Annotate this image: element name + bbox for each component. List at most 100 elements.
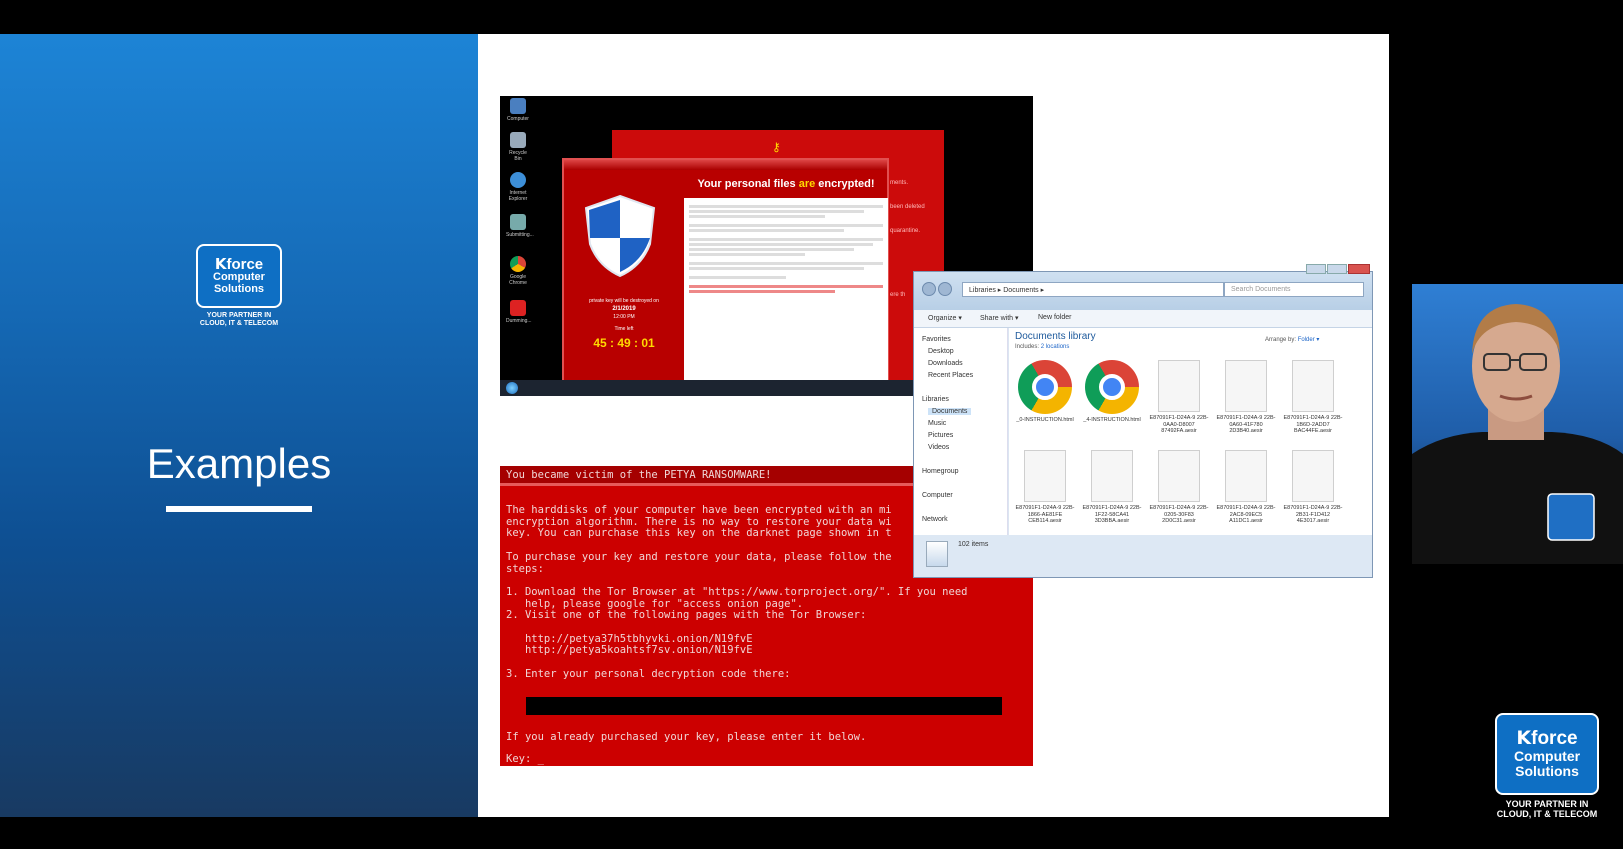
navigation-pane: Favorites Desktop Downloads Recent Place… [914, 328, 1008, 535]
document-file-icon [1225, 360, 1267, 412]
file-name: E87091F1-D24A-9 22B-1866-AE81FE CEB114.a… [1015, 505, 1075, 525]
library-icon [926, 541, 948, 567]
presenter-webcam [1412, 284, 1623, 564]
slide-title: Examples [146, 440, 332, 487]
explorer-titlebar: Libraries ▸ Documents ▸ Search Documents [914, 264, 1372, 310]
nav-network[interactable]: Network [922, 516, 948, 523]
back-button[interactable] [922, 282, 936, 296]
document-file-icon [1024, 450, 1066, 502]
title-underline [166, 506, 312, 512]
petya-message-line: 2. Visit one of the following pages with… [506, 609, 867, 622]
desktop-icon-dumming: Dumming... [506, 300, 532, 324]
side-text: ments. [890, 180, 909, 186]
logo-tagline-corner: YOUR PARTNER IN CLOUD, IT & TELECOM [1496, 799, 1598, 819]
time-left-label: Time left [614, 326, 634, 332]
file-item[interactable]: E87091F1-D24A-9 22B-2B31-F1D412 4E3017.a… [1281, 450, 1345, 525]
file-name: E87091F1-D24A-9 22B-2AC8-09EC5 A11DC1.ae… [1216, 505, 1276, 525]
nav-computer[interactable]: Computer [922, 492, 953, 499]
file-name: E87091F1-D24A-9 22B-0A60-41F780 2D3B40.a… [1216, 415, 1276, 435]
file-item[interactable]: _0-INSTRUCTION.html [1013, 360, 1077, 424]
close-button[interactable] [1348, 264, 1370, 274]
file-item[interactable]: E87091F1-D24A-9 22B-2AC8-09EC5 A11DC1.ae… [1214, 450, 1278, 525]
file-item[interactable]: E87091F1-D24A-9 22B-1F22-58CA41 3D3BBA.a… [1080, 450, 1144, 525]
file-name: E87091F1-D24A-9 22B-0AA0-D8007 87492FA.a… [1149, 415, 1209, 435]
nav-homegroup[interactable]: Homegroup [922, 468, 959, 475]
file-item[interactable]: _4-INSTRUCTION.html [1080, 360, 1144, 424]
key-prompt: Key: _ [506, 753, 544, 765]
organize-button[interactable]: Organize ▾ [928, 314, 962, 322]
desktop-icon-submitting: Submitting... [506, 214, 534, 238]
petya-message-line: help, please google for "access onion pa… [506, 597, 804, 610]
file-name: _4-INSTRUCTION.html [1083, 417, 1141, 423]
desktop-icon-chrome: Google Chrome [506, 256, 530, 286]
petya-message-line: http://petya5koahtsf7sv.onion/N19fvE [506, 644, 753, 657]
status-bar: 102 items [914, 535, 1372, 577]
wannacry-ransom-window: private key will be destroyed on 2/1/201… [562, 158, 889, 386]
desktop-icon-ie: Internet Explorer [506, 172, 530, 202]
new-folder-button[interactable]: New folder [1038, 314, 1071, 321]
maximize-button[interactable] [1327, 264, 1347, 274]
file-item[interactable]: E87091F1-D24A-9 22B-0AA0-D8007 87492FA.a… [1147, 360, 1211, 435]
petya-message-line: http://petya37h5tbhyvki.onion/N19fvE [506, 632, 753, 645]
petya-message-line: encryption algorithm. There is no way to… [506, 515, 892, 528]
key-destroy-label: private key will be destroyed on [589, 298, 659, 304]
nav-favorites[interactable]: Favorites [922, 336, 951, 343]
minimize-button[interactable] [1306, 264, 1326, 274]
document-file-icon [1091, 450, 1133, 502]
file-item[interactable]: E87091F1-D24A-9 22B-0205-30F83 2D0C31.ae… [1147, 450, 1211, 525]
countdown-timer: 45 : 49 : 01 [593, 336, 655, 350]
side-text: been deleted [890, 204, 925, 210]
petya-message-line: The harddisks of your computer have been… [506, 504, 892, 516]
document-file-icon [1158, 450, 1200, 502]
explorer-toolbar: Organize ▾ Share with ▾ New folder [914, 310, 1372, 328]
file-list-pane: Documents library Includes: 2 locations … [1009, 328, 1372, 535]
nav-videos[interactable]: Videos [928, 444, 949, 451]
side-text: ere th [890, 292, 906, 298]
file-name: E87091F1-D24A-9 22B-1F22-58CA41 3D3BBA.a… [1082, 505, 1142, 525]
petya-message-line: key. You can purchase this key on the da… [506, 527, 892, 540]
nav-libraries[interactable]: Libraries [922, 396, 949, 403]
chrome-file-icon [1085, 360, 1139, 414]
petya-footer: If you already purchased your key, pleas… [506, 731, 867, 743]
nav-desktop[interactable]: Desktop [928, 348, 954, 355]
search-input[interactable]: Search Documents [1224, 282, 1364, 297]
petya-message-line: 1. Download the Tor Browser at "https://… [506, 585, 968, 598]
nav-downloads[interactable]: Downloads [928, 360, 963, 367]
explorer-window: Libraries ▸ Documents ▸ Search Documents… [913, 264, 1373, 578]
arrange-by-dropdown[interactable]: Folder ▾ [1298, 337, 1320, 343]
ransom-header: Your personal files are encrypted! [697, 178, 875, 190]
document-file-icon [1158, 360, 1200, 412]
document-file-icon [1292, 360, 1334, 412]
arrange-by: Arrange by: Folder ▾ [1265, 337, 1320, 343]
file-name: E87091F1-D24A-9 22B-0205-30F83 2D0C31.ae… [1149, 505, 1209, 525]
includes-label: Includes: 2 locations [1015, 344, 1070, 350]
nav-music[interactable]: Music [928, 420, 946, 427]
nav-documents[interactable]: Documents [928, 408, 972, 415]
ransom-message-panel [684, 198, 888, 384]
desktop-icon-recycle: Recycle Bin [506, 132, 530, 162]
nav-pictures[interactable]: Pictures [928, 432, 953, 439]
petya-message-line: To purchase your key and restore your da… [506, 550, 892, 563]
side-text: quarantine. [890, 228, 921, 234]
includes-link[interactable]: 2 locations [1041, 344, 1070, 350]
start-button-icon[interactable] [506, 382, 518, 394]
window-titlebar [564, 160, 887, 170]
kforce-logo-corner: Kforce Computer Solutions [1495, 713, 1599, 795]
desktop-icon-computer: Computer [506, 98, 530, 122]
destroy-date: 2/1/2019 [612, 306, 636, 312]
library-title: Documents library [1015, 331, 1096, 342]
file-item[interactable]: E87091F1-D24A-9 22B-1866-AE81FE CEB114.a… [1013, 450, 1077, 525]
logo-tagline: YOUR PARTNER IN CLOUD, IT & TELECOM [199, 312, 279, 327]
nav-recent-places[interactable]: Recent Places [928, 372, 973, 379]
document-file-icon [1225, 450, 1267, 502]
forward-button[interactable] [938, 282, 952, 296]
petya-message-line: 3. Enter your personal decryption code t… [506, 667, 791, 680]
chrome-file-icon [1018, 360, 1072, 414]
address-bar[interactable]: Libraries ▸ Documents ▸ [962, 282, 1224, 297]
file-grid: _0-INSTRUCTION.html _4-INSTRUCTION.html E8… [1009, 360, 1372, 535]
file-item[interactable]: E87091F1-D24A-9 22B-0A60-41F780 2D3B40.a… [1214, 360, 1278, 435]
slide-title-panel: Kforce Computer Solutions YOUR PARTNER I… [0, 34, 478, 817]
share-with-button[interactable]: Share with ▾ [980, 314, 1019, 322]
file-item[interactable]: E87091F1-D24A-9 22B-1B6D-2ADD7 BAC44FE.a… [1281, 360, 1345, 435]
shield-icon [584, 194, 656, 278]
